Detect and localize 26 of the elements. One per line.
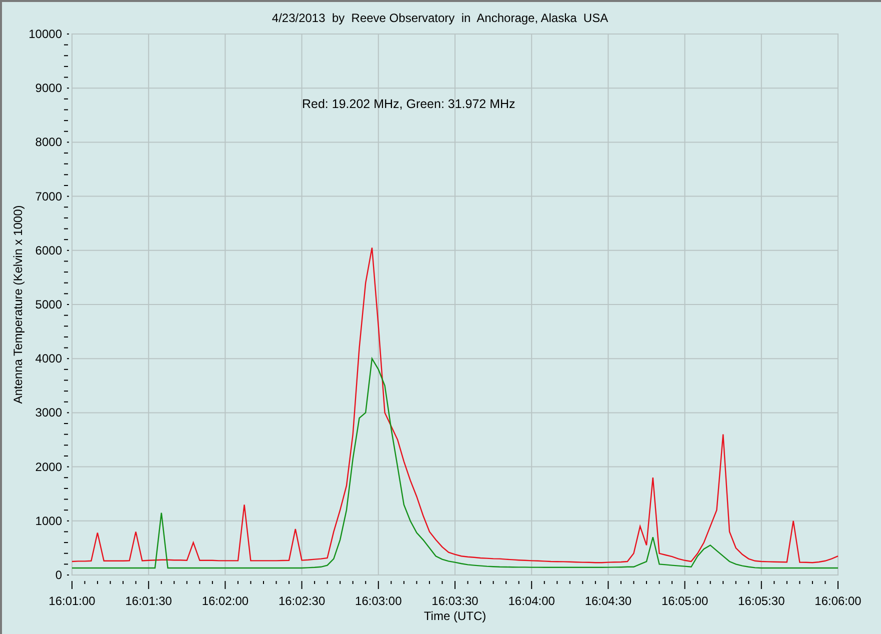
- tick-label: 16:02:00: [202, 594, 249, 608]
- chart-title: 4/23/2013 by Reeve Observatory in Anchorage, Alaska USA: [272, 11, 608, 25]
- axis-title: Antenna Temperature (Kelvin x 1000): [11, 205, 25, 404]
- tick-label: 2000: [35, 460, 62, 474]
- chart-annotation: Red: 19.202 MHz, Green: 31.972 MHz: [302, 97, 516, 111]
- tick-label: 16:06:00: [814, 594, 862, 608]
- tick-label: 3000: [35, 406, 62, 420]
- tick-label: 8000: [35, 135, 62, 150]
- tick-label: 4000: [35, 352, 62, 366]
- tick-label: 16:03:30: [432, 594, 478, 608]
- tick-label: 0: [55, 568, 62, 582]
- tick-label: 16:03:00: [355, 594, 402, 608]
- tick-label: 16:05:00: [661, 594, 708, 608]
- tick-label: 5000: [35, 298, 62, 312]
- tick-label: 16:04:30: [584, 594, 632, 608]
- tick-label: 16:02:30: [278, 594, 326, 608]
- tick-label: 16:04:00: [508, 594, 555, 608]
- tick-label: 1000: [35, 514, 62, 528]
- tick-label: 16:05:30: [738, 594, 785, 608]
- tick-label: 6000: [35, 243, 62, 258]
- tick-label: 9000: [35, 81, 62, 96]
- tick-label: 10000: [28, 27, 62, 41]
- tick-label: 16:01:00: [48, 594, 96, 608]
- tick-label: 7000: [35, 189, 62, 204]
- axis-title: Time (UTC): [424, 609, 486, 623]
- tick-label: 16:01:30: [125, 594, 172, 608]
